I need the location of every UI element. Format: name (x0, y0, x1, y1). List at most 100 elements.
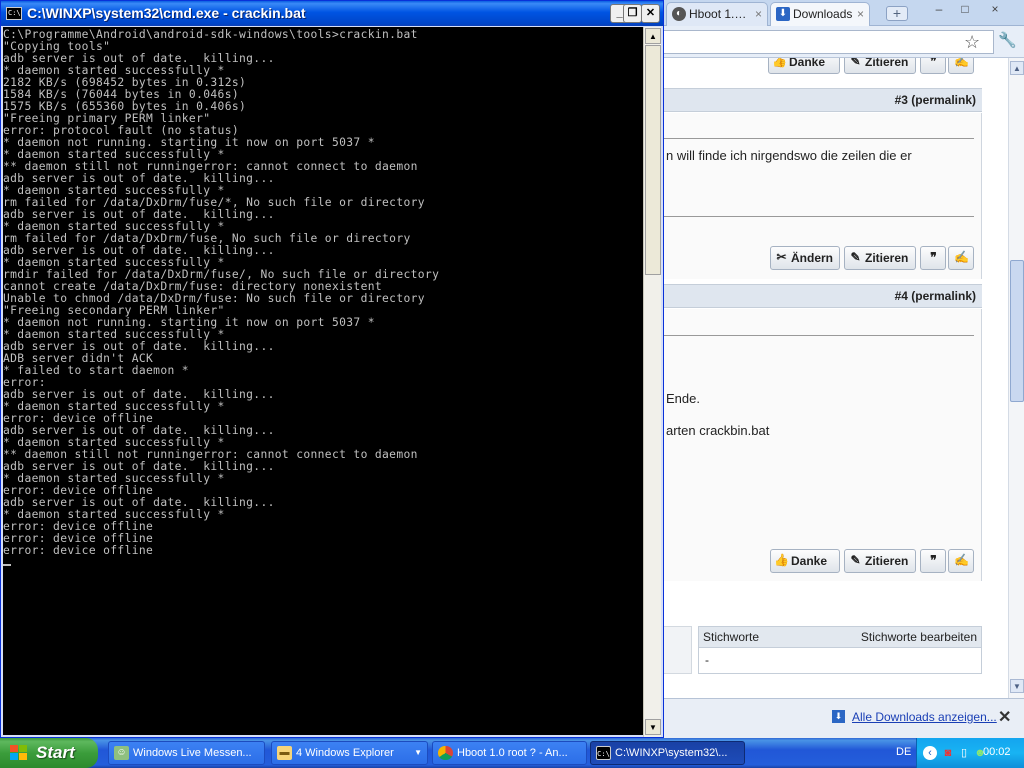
taskbar-item-chrome[interactable]: Hboot 1.0 root ? - An... (432, 741, 587, 765)
forum-page: 👍 Danke ✎ Zitieren ❞ ✍ #3 (permalink) n … (664, 58, 1008, 698)
wrench-icon[interactable]: 🔧 (998, 31, 1017, 49)
messenger-icon: ☺ (114, 746, 129, 760)
taskbar-item-label: Hboot 1.0 root ? - An... (457, 747, 568, 759)
cmd-titlebar[interactable]: C:\ C:\WINXP\system32\cmd.exe - crackin.… (1, 1, 663, 26)
multiquote-icon: ❞ (930, 250, 937, 264)
post-text: Ende. (666, 391, 700, 406)
thanks-icon: 👍 (772, 58, 787, 68)
post-text: arten crackbin.bat (666, 423, 770, 438)
edit-icon: ✂ (776, 250, 787, 264)
quick-reply-button[interactable]: ✍ (948, 246, 974, 270)
button-label: Zitieren (865, 58, 909, 69)
button-label: Zitieren (865, 554, 909, 568)
divider (664, 216, 974, 217)
thanks-button[interactable]: 👍 Danke (768, 58, 840, 74)
scroll-thumb[interactable] (1010, 260, 1024, 402)
new-tab-button[interactable]: + (886, 6, 908, 21)
group-arrow-icon: ▼ (414, 748, 422, 757)
quick-reply-button[interactable]: ✍ (948, 549, 974, 573)
close-button[interactable]: ✕ (641, 4, 660, 23)
tags-value: - (705, 653, 709, 667)
divider (664, 335, 974, 336)
post-body: Ende. arten crackbin.bat 👍 Danke ✎ Zitie… (664, 309, 982, 581)
browser-maximize-button[interactable]: □ (954, 2, 976, 18)
console-cursor (3, 557, 643, 569)
multiquote-icon: ❞ (930, 58, 937, 68)
taskbar-item-label: Windows Live Messen... (133, 747, 252, 759)
forum-favicon-icon: ◐ (672, 7, 686, 21)
taskbar-item-explorer[interactable]: ▬ 4 Windows Explorer ▼ (271, 741, 428, 765)
browser-window: ◐ Hboot 1.… × ⬇ Downloads × + – □ × ☆ 🔧 (664, 0, 1024, 738)
tags-side-panel (664, 626, 692, 674)
bookmark-star-icon[interactable]: ☆ (964, 32, 980, 53)
tags-body: - (698, 648, 982, 674)
tab-downloads[interactable]: ⬇ Downloads × (770, 2, 870, 26)
download-icon: ⬇ (832, 710, 845, 723)
taskbar-item-cmd[interactable]: C:\ C:\WINXP\system32\... (590, 741, 745, 765)
tab-label: Downloads (793, 7, 853, 21)
network-icon[interactable]: ▯ (957, 746, 971, 760)
console-scrollbar[interactable]: ▲ ▼ (643, 27, 661, 737)
quote-icon: ✎ (850, 58, 861, 68)
tab-label: Hboot 1.… (689, 7, 747, 21)
tab-close-icon[interactable]: × (755, 3, 762, 25)
tab-hboot[interactable]: ◐ Hboot 1.… × (666, 2, 768, 26)
quote-button[interactable]: ✎ Zitieren (844, 58, 916, 74)
quote-icon: ✎ (850, 553, 861, 567)
post-header[interactable]: #4 (permalink) (664, 284, 982, 308)
language-indicator[interactable]: DE (896, 746, 911, 758)
post-text: n will finde ich nirgendswo die zeilen d… (666, 148, 912, 163)
post-body: n will finde ich nirgendswo die zeilen d… (664, 113, 982, 279)
browser-toolbar: ☆ 🔧 (664, 26, 1024, 58)
chrome-icon (438, 746, 453, 760)
download-icon: ⬇ (776, 7, 790, 21)
quote-button[interactable]: ✎ Zitieren (844, 246, 916, 270)
scroll-up-icon[interactable]: ▲ (1010, 61, 1024, 75)
multiquote-icon: ❞ (930, 553, 937, 567)
taskbar-item-messenger[interactable]: ☺ Windows Live Messen... (108, 741, 265, 765)
tags-header: Stichworte Stichworte bearbeiten (698, 626, 982, 648)
tags-title: Stichworte (703, 630, 760, 644)
multiquote-button[interactable]: ❞ (920, 58, 946, 74)
console-line: error: device offline (3, 544, 154, 557)
browser-minimize-button[interactable]: – (928, 2, 950, 18)
close-icon[interactable]: ✕ (998, 707, 1011, 727)
show-all-downloads-link[interactable]: Alle Downloads anzeigen... (852, 710, 997, 724)
multiquote-button[interactable]: ❞ (920, 246, 946, 270)
reply-icon: ✍ (954, 250, 969, 264)
quote-button[interactable]: ✎ Zitieren (844, 549, 916, 573)
edit-tags-link[interactable]: Stichworte bearbeiten (861, 627, 977, 647)
tab-close-icon[interactable]: × (857, 3, 864, 25)
start-button[interactable]: Start (0, 738, 98, 768)
edit-button[interactable]: ✂ Ändern (770, 246, 840, 270)
thanks-icon: 👍 (774, 553, 789, 567)
address-bar[interactable]: ☆ (664, 30, 994, 54)
scroll-down-icon[interactable]: ▼ (645, 719, 661, 735)
system-tray: ‹ ◙ ▯ ☻ 00:02 (916, 738, 1024, 768)
console-line: * failed to start daemon * (3, 364, 189, 377)
taskbar-item-label: C:\WINXP\system32\... (615, 747, 728, 759)
button-label: Danke (789, 58, 826, 69)
cmd-icon: C:\ (596, 746, 611, 760)
clock: 00:02 (983, 746, 1011, 758)
tray-expand-icon[interactable]: ‹ (923, 746, 937, 760)
post-header[interactable]: #3 (permalink) (664, 88, 982, 112)
thanks-button[interactable]: 👍 Danke (770, 549, 840, 573)
console-area[interactable]: C:\Programme\Android\android-sdk-windows… (3, 27, 643, 735)
cmd-window: C:\ C:\WINXP\system32\cmd.exe - crackin.… (0, 0, 664, 738)
browser-scrollbar[interactable]: ▲ ▼ (1008, 58, 1024, 698)
reply-icon: ✍ (954, 58, 969, 68)
desktop: ◐ Hboot 1.… × ⬇ Downloads × + – □ × ☆ 🔧 (0, 0, 1024, 768)
quote-icon: ✎ (850, 250, 861, 264)
restore-button[interactable]: ❐ (623, 4, 642, 23)
browser-close-button[interactable]: × (980, 2, 1010, 18)
start-label: Start (36, 743, 75, 762)
multiquote-button[interactable]: ❞ (920, 549, 946, 573)
antivirus-icon[interactable]: ◙ (941, 746, 955, 760)
taskbar-item-label: 4 Windows Explorer (296, 747, 394, 759)
scroll-thumb[interactable] (645, 45, 661, 275)
scroll-up-icon[interactable]: ▲ (645, 28, 661, 44)
window-title: C:\WINXP\system32\cmd.exe - crackin.bat (27, 5, 306, 21)
scroll-down-icon[interactable]: ▼ (1010, 679, 1024, 693)
quick-reply-button[interactable]: ✍ (948, 58, 974, 74)
